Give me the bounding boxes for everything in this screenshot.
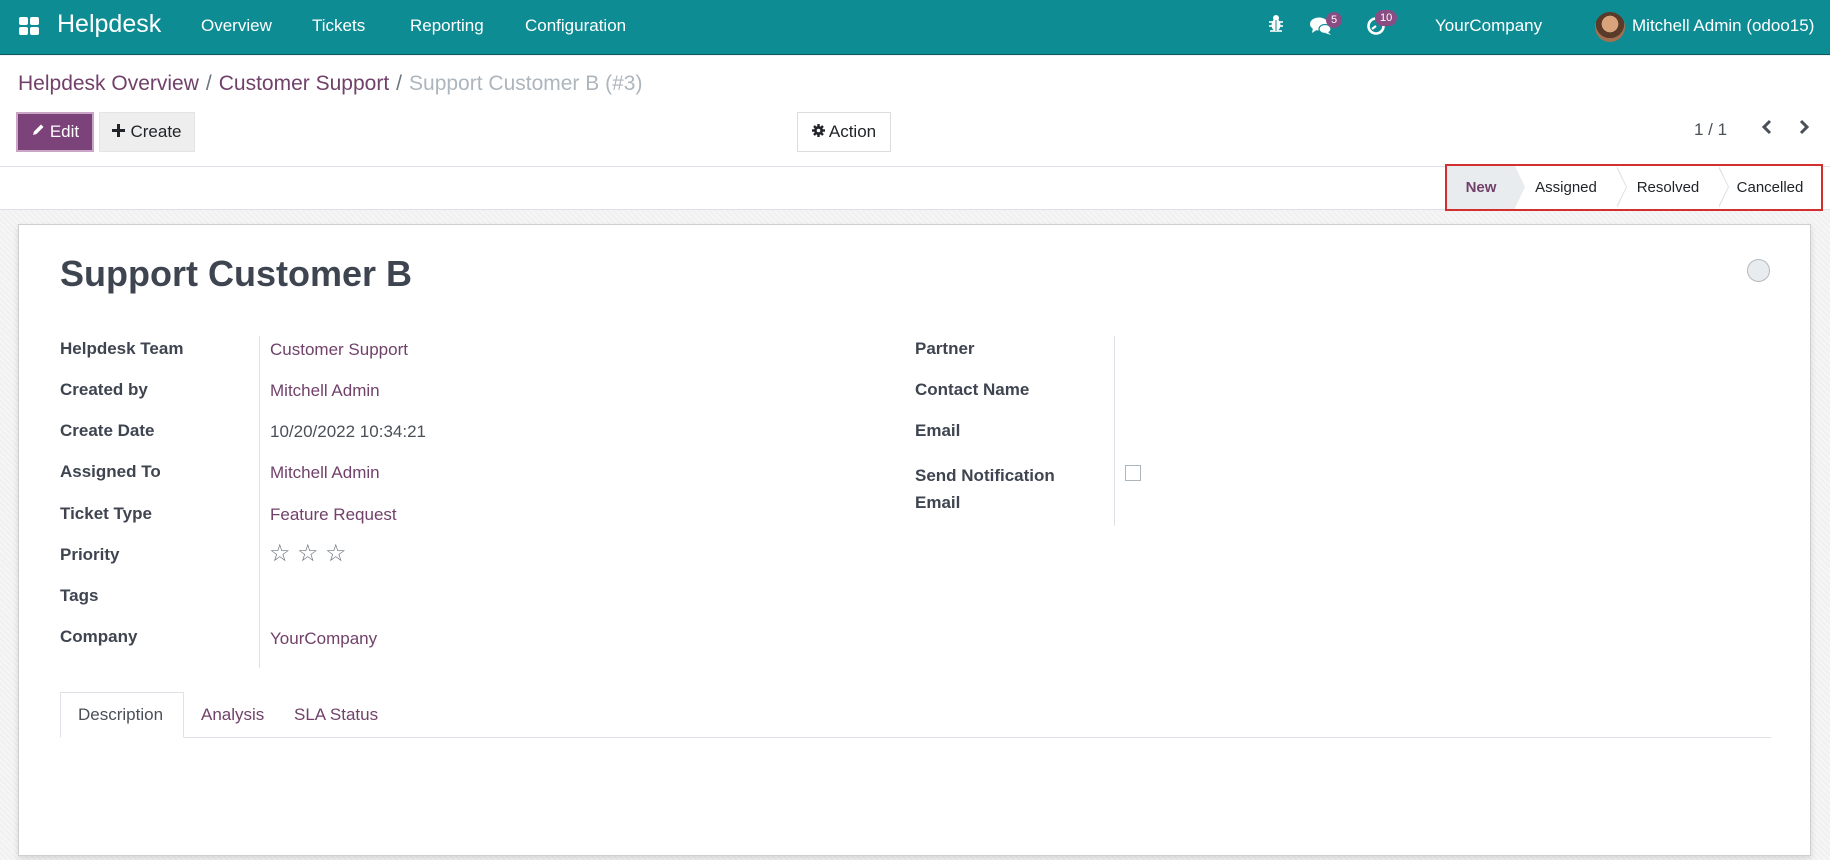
tab-description[interactable]: Description: [60, 692, 184, 738]
company-switcher[interactable]: YourCompany: [1435, 16, 1542, 36]
apps-grid-icon[interactable]: [19, 17, 39, 35]
breadcrumb-separator: /: [205, 72, 212, 95]
notebook-tabs: Description Analysis SLA Status: [60, 692, 1771, 738]
stage-label: Resolved: [1636, 179, 1700, 196]
value-assigned-to[interactable]: Mitchell Admin: [270, 463, 380, 483]
top-navbar: Helpdesk Overview Tickets Reporting Conf…: [0, 0, 1830, 55]
bug-icon[interactable]: [1268, 14, 1284, 37]
gear-icon: [811, 122, 825, 142]
value-ticket-type[interactable]: Feature Request: [270, 505, 397, 525]
star-icon[interactable]: ☆: [325, 539, 347, 568]
value-create-date: 10/20/2022 10:34:21: [270, 422, 426, 441]
tab-analysis[interactable]: Analysis: [184, 692, 281, 738]
label-assigned-to: Assigned To: [60, 462, 161, 481]
breadcrumb-customer-support[interactable]: Customer Support: [219, 72, 389, 95]
stage-pipeline: New Assigned Resolved Cancelled: [1445, 164, 1823, 211]
field-divider: [259, 336, 260, 668]
menu-configuration[interactable]: Configuration: [525, 16, 626, 36]
user-menu[interactable]: Mitchell Admin (odoo15): [1632, 16, 1814, 36]
plus-icon: [112, 122, 126, 142]
star-icon[interactable]: ☆: [269, 539, 291, 568]
tab-sla-status[interactable]: SLA Status: [277, 692, 395, 738]
stage-new[interactable]: New: [1447, 166, 1525, 209]
create-label: Create: [130, 122, 182, 141]
status-bar: New Assigned Resolved Cancelled: [0, 164, 1830, 211]
avatar[interactable]: [1595, 12, 1625, 42]
kanban-state-indicator[interactable]: [1747, 259, 1770, 282]
label-tags: Tags: [60, 586, 99, 605]
breadcrumb-helpdesk-overview[interactable]: Helpdesk Overview: [18, 72, 199, 95]
stage-label: Assigned: [1535, 179, 1597, 196]
breadcrumb-separator: /: [396, 72, 403, 95]
label-helpdesk-team: Helpdesk Team: [60, 339, 184, 358]
create-button[interactable]: Create: [99, 112, 195, 152]
label-priority: Priority: [60, 545, 120, 564]
stage-cancelled[interactable]: Cancelled: [1719, 166, 1821, 209]
send-notification-checkbox[interactable]: [1125, 465, 1141, 481]
menu-reporting[interactable]: Reporting: [410, 16, 484, 36]
control-panel: Helpdesk Overview / Customer Support / Suppo…: [0, 56, 1830, 167]
label-company: Company: [60, 627, 138, 646]
stage-resolved[interactable]: Resolved: [1617, 166, 1729, 209]
label-partner: Partner: [915, 339, 975, 358]
chevron-right-icon[interactable]: [1797, 118, 1811, 141]
star-icon[interactable]: ☆: [297, 539, 319, 568]
stage-assigned[interactable]: Assigned: [1515, 166, 1627, 209]
edit-button[interactable]: Edit: [16, 112, 94, 152]
app-brand[interactable]: Helpdesk: [57, 10, 161, 39]
value-helpdesk-team[interactable]: Customer Support: [270, 340, 408, 360]
breadcrumb: Helpdesk Overview / Customer Support / Suppo…: [18, 72, 642, 96]
label-email: Email: [915, 421, 961, 440]
pager-value[interactable]: 1 / 1: [1694, 120, 1727, 140]
value-company[interactable]: YourCompany: [270, 629, 377, 649]
label-send-notification-email: Send Notification Email: [915, 466, 1055, 512]
field-divider: [1114, 336, 1115, 526]
label-contact-name: Contact Name: [915, 380, 1030, 399]
edit-label: Edit: [49, 122, 80, 141]
record-title: Support Customer B: [60, 253, 413, 294]
activities-count-badge: 10: [1375, 10, 1398, 26]
label-created-by: Created by: [60, 380, 148, 399]
menu-tickets[interactable]: Tickets: [312, 16, 365, 36]
action-button[interactable]: Action: [797, 112, 891, 152]
form-sheet: Support Customer B Helpdesk Team Custome…: [18, 224, 1811, 856]
pencil-icon: [31, 122, 45, 142]
label-ticket-type: Ticket Type: [60, 504, 152, 523]
stage-label: New: [1465, 179, 1497, 196]
breadcrumb-current: Support Customer B (#3): [409, 72, 643, 95]
messages-count-badge: 5: [1326, 12, 1343, 28]
value-created-by[interactable]: Mitchell Admin: [270, 381, 380, 401]
stage-label: Cancelled: [1736, 179, 1804, 196]
action-label: Action: [828, 122, 877, 141]
menu-overview[interactable]: Overview: [201, 16, 272, 36]
label-create-date: Create Date: [60, 421, 155, 440]
chevron-left-icon[interactable]: [1760, 118, 1774, 141]
